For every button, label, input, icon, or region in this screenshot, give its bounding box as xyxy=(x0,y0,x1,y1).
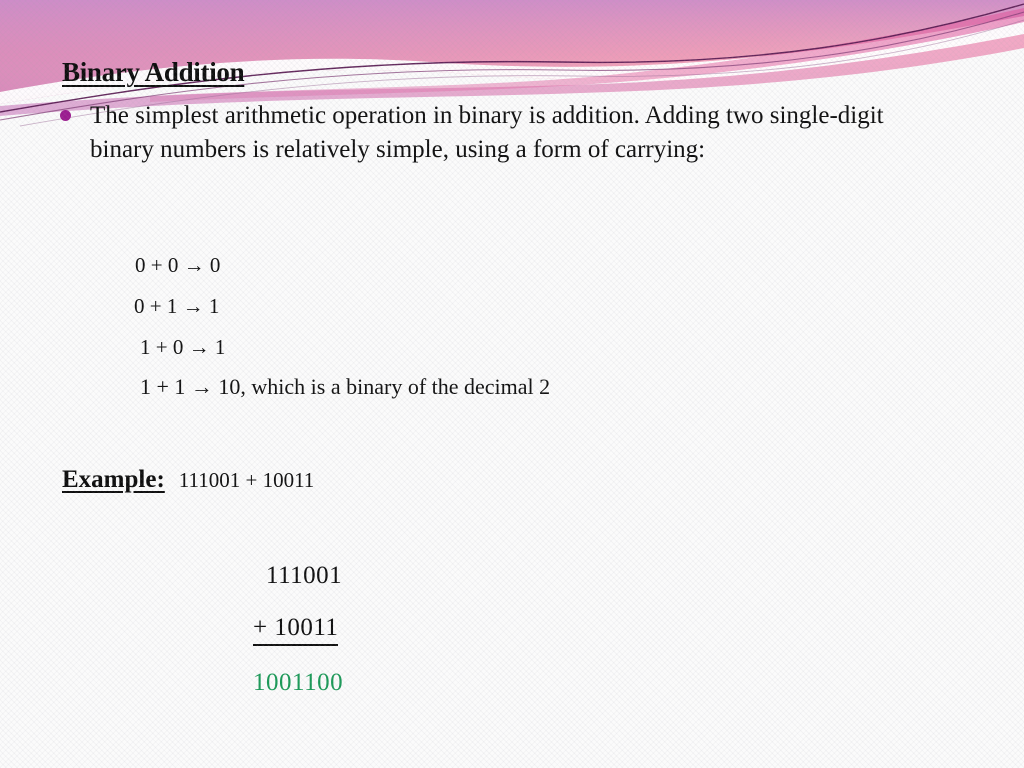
example-label: Example: xyxy=(62,466,165,493)
sum-result: 1001100 xyxy=(253,669,344,696)
addend-second: + 10011 xyxy=(253,615,339,646)
addend-first: 111001 xyxy=(266,562,343,589)
example-line: Example: 111001 + 10011 xyxy=(62,466,314,494)
page-title: Binary Addition xyxy=(62,57,245,87)
addition-rule-2: 0 + 1 → 1 xyxy=(134,294,220,318)
bullet-paragraph-text: The simplest arithmetic operation in bin… xyxy=(90,102,884,163)
bullet-dot-icon xyxy=(60,110,71,121)
slide-canvas: Binary Addition The simplest arithmetic … xyxy=(0,0,1024,768)
vertical-addition-block: 111001 + 10011 1001100 xyxy=(253,563,343,695)
addition-rule-3: 1 + 0 → 1 xyxy=(140,335,226,359)
example-expression: 111001 + 10011 xyxy=(178,468,315,492)
bullet-paragraph: The simplest arithmetic operation in bin… xyxy=(60,99,950,167)
addition-rule-4: 1 + 1 → 10, which is a binary of the dec… xyxy=(140,374,551,399)
addition-rule-1: 0 + 0 → 0 xyxy=(135,253,221,277)
